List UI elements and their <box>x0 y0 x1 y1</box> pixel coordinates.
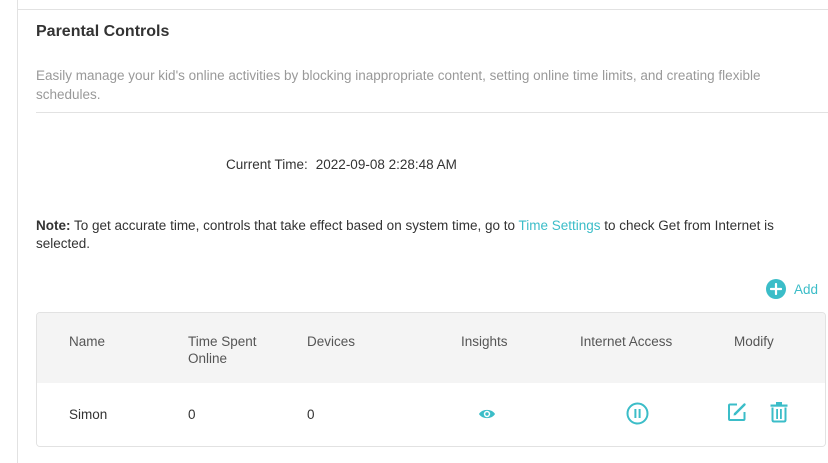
parental-controls-table: Name Time Spent Online Devices Insights … <box>36 312 826 447</box>
time-settings-link[interactable]: Time Settings <box>519 218 601 233</box>
page-description: Easily manage your kid's online activiti… <box>36 68 761 102</box>
column-header-time-spent: Time Spent Online <box>188 333 257 367</box>
top-divider <box>18 9 828 10</box>
current-time: Current Time: 2022-09-08 2:28:48 AM <box>226 157 457 172</box>
note-text-before: To get accurate time, controls that take… <box>70 218 519 233</box>
table-row: Simon 0 0 <box>37 383 825 446</box>
add-button[interactable]: Add <box>766 279 818 299</box>
time-note: Note: To get accurate time, controls tha… <box>36 217 826 253</box>
column-header-internet-access: Internet Access <box>580 334 673 349</box>
page-title: Parental Controls <box>36 23 170 40</box>
column-header-devices: Devices <box>307 334 356 349</box>
column-header-modify: Modify <box>734 334 774 349</box>
column-header-insights: Insights <box>461 334 508 349</box>
edit-icon[interactable] <box>727 402 747 427</box>
cell-devices: 0 <box>307 407 315 422</box>
cell-name: Simon <box>69 407 108 422</box>
cell-time-spent: 0 <box>188 407 196 422</box>
pause-icon[interactable] <box>626 402 649 430</box>
table-header: Name Time Spent Online Devices Insights … <box>37 313 825 383</box>
plus-circle-icon <box>766 279 786 299</box>
column-header-time-spent-line2: Online <box>188 351 228 366</box>
current-time-value: 2022-09-08 2:28:48 AM <box>315 157 457 172</box>
trash-icon[interactable] <box>769 401 789 428</box>
current-time-label: Current Time: <box>226 157 308 172</box>
note-prefix: Note: <box>36 218 71 233</box>
column-header-name: Name <box>69 334 106 349</box>
add-label: Add <box>794 281 819 297</box>
column-header-time-spent-line1: Time Spent <box>188 334 257 349</box>
left-panel-edge <box>0 0 18 463</box>
eye-icon[interactable] <box>478 405 496 428</box>
section-divider <box>36 112 828 113</box>
